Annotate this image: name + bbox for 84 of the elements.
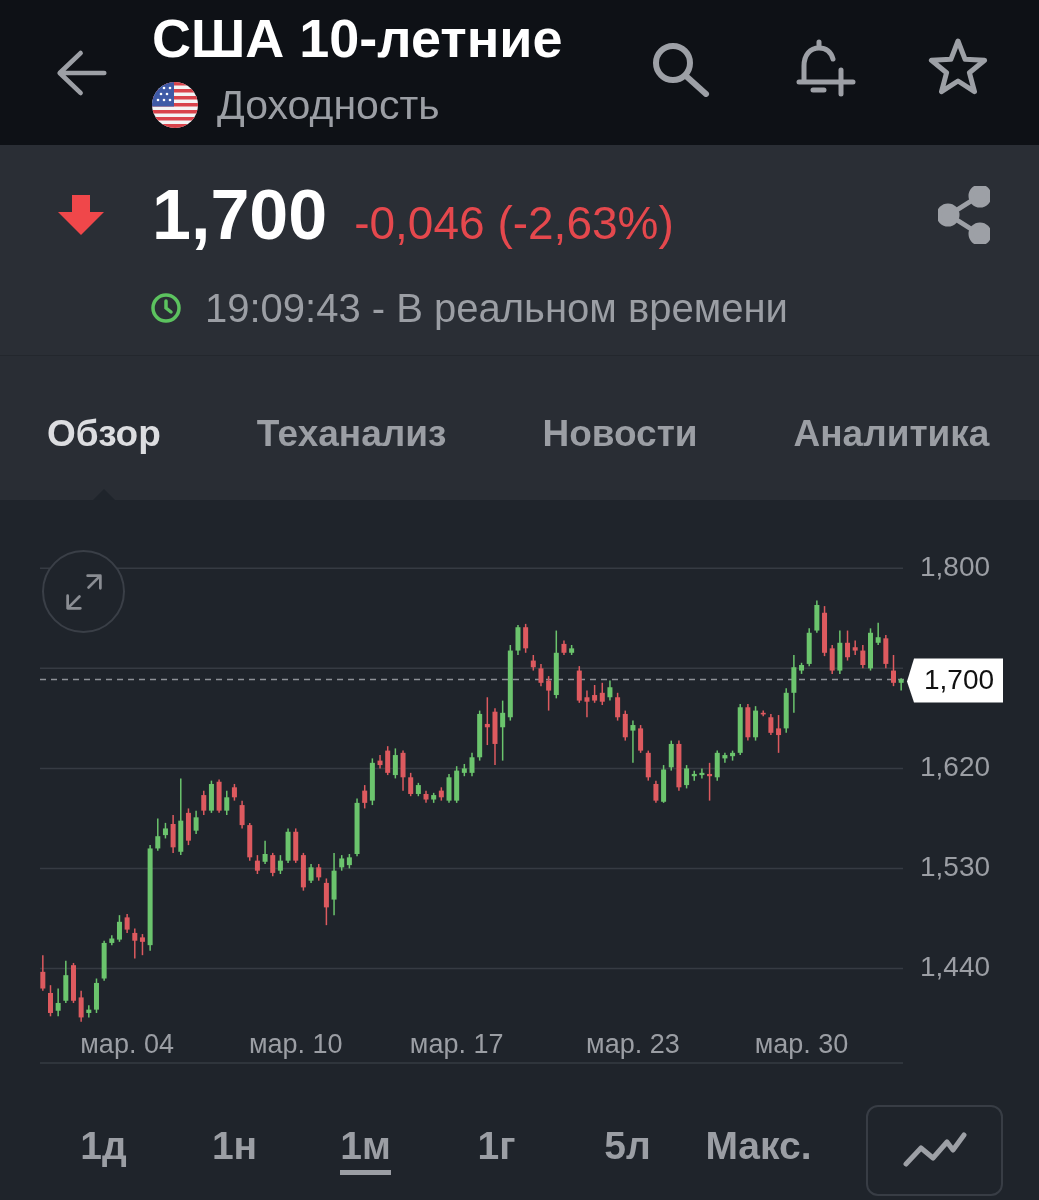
candlestick (262, 839, 268, 865)
ref-line-label: 1,700 (923, 663, 995, 695)
range-tab[interactable]: 1н (211, 1125, 258, 1175)
y-axis-label: 1,800 (920, 550, 991, 582)
back-arrow-icon[interactable] (55, 48, 108, 97)
candlestick (837, 629, 843, 675)
candlestick (308, 863, 314, 884)
candlestick (898, 677, 904, 692)
range-tab[interactable]: 1д (80, 1125, 127, 1175)
candlestick (699, 767, 705, 780)
last-price: 1,700 (152, 175, 328, 255)
candlestick (722, 752, 728, 764)
candlestick (170, 814, 176, 854)
candlestick (584, 689, 590, 718)
candlestick (607, 679, 613, 702)
candlestick (193, 809, 199, 835)
bell-plus-icon[interactable] (796, 38, 856, 97)
candlestick (515, 624, 521, 656)
clock-icon (150, 292, 182, 324)
candlestick (354, 797, 360, 857)
candlestick (492, 707, 498, 766)
candlestick (891, 654, 896, 687)
last-price-tag: 1,700 (907, 658, 1003, 703)
candlestick (576, 665, 582, 704)
range-tab[interactable]: 1г (477, 1125, 516, 1175)
candlestick (48, 984, 53, 1018)
tab[interactable]: Новости (542, 356, 698, 500)
x-axis-label: мар. 30 (754, 1029, 849, 1060)
candlestick (216, 778, 222, 814)
candlestick (101, 939, 107, 982)
candlestick (561, 639, 567, 656)
candlestick (630, 719, 636, 764)
candlestick (400, 749, 406, 792)
candlestick (124, 913, 130, 934)
y-axis-label: 1,530 (920, 850, 991, 882)
y-axis-label: 1,440 (920, 950, 991, 982)
candlestick (71, 962, 76, 1004)
candlestick (845, 629, 850, 662)
candlestick (469, 752, 475, 777)
x-axis-label: мар. 10 (248, 1029, 343, 1060)
price-change: -0,046 (-2,63%) (354, 196, 674, 250)
range-tab[interactable]: 1м (340, 1125, 391, 1175)
x-axis-label: мар. 17 (409, 1029, 504, 1060)
quote-time-status: 19:09:43 - В реальном времени (205, 285, 788, 331)
candlestick (676, 739, 682, 792)
candlestick (377, 754, 383, 770)
candlestick (285, 827, 291, 864)
share-icon[interactable] (938, 186, 990, 244)
candlestick (63, 959, 69, 1004)
candlestick (331, 852, 337, 916)
expand-icon (63, 571, 104, 612)
candlestick (239, 799, 245, 830)
x-axis-label: мар. 04 (80, 1029, 174, 1060)
candlestick (860, 644, 866, 670)
tab[interactable]: Обзор (47, 356, 161, 500)
candlestick (94, 977, 99, 1014)
candlestick (86, 1004, 92, 1019)
candlestick (40, 954, 46, 992)
tab[interactable]: Аналитика (793, 356, 990, 500)
candlestick (814, 599, 820, 634)
line-chart-icon (902, 1132, 967, 1168)
candlestick (875, 622, 881, 646)
candlestick (446, 773, 452, 804)
candlestick (868, 627, 873, 672)
tab[interactable]: Теханализ (256, 356, 447, 500)
candlestick (852, 639, 858, 656)
candlestick (791, 654, 797, 714)
candlestick (768, 713, 774, 736)
range-tab[interactable]: 5л (604, 1125, 651, 1175)
candlestick (569, 644, 575, 656)
candlestick (745, 703, 751, 742)
candlestick (55, 987, 61, 1018)
candlestick (538, 663, 544, 687)
candlestick (78, 990, 84, 1023)
chart-type-button[interactable] (866, 1104, 1003, 1196)
range-tab[interactable]: Макс. (705, 1125, 812, 1175)
candlestick (653, 779, 659, 804)
candlestick (423, 789, 429, 804)
x-axis-label: мар. 23 (586, 1029, 680, 1060)
y-axis-label: 1,620 (920, 750, 991, 782)
candlestick (883, 634, 889, 670)
instrument-title: США 10-летние (152, 11, 563, 65)
flag-icon (152, 82, 198, 128)
instrument-type: Доходность (217, 82, 440, 128)
